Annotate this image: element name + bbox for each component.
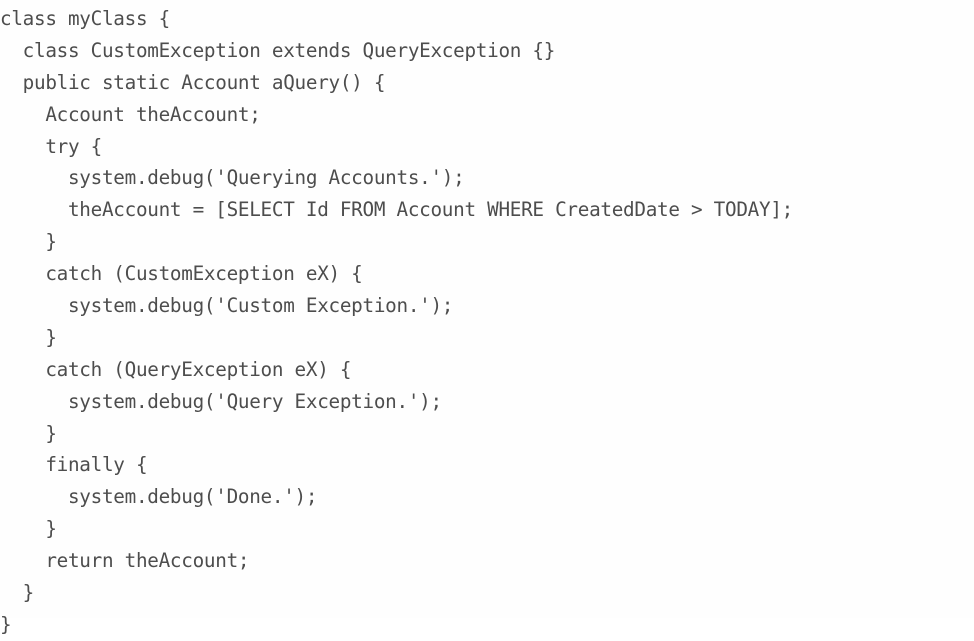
code-line: system.debug('Done.');: [0, 485, 318, 509]
code-line: }: [0, 230, 57, 254]
code-line: }: [0, 517, 57, 541]
code-line: catch (QueryException eX) {: [0, 357, 352, 381]
code-line: }: [0, 421, 57, 445]
code-line: system.debug('Query Exception.');: [0, 389, 442, 413]
code-line: class CustomException extends QueryExcep…: [0, 38, 556, 62]
code-content: class myClass { class CustomException ex…: [0, 3, 974, 641]
code-line: catch (CustomException eX) {: [0, 262, 363, 286]
code-line: finally {: [0, 453, 148, 477]
code-line: Account theAccount;: [0, 102, 261, 126]
code-line: }: [0, 325, 57, 349]
code-block: class myClass { class CustomException ex…: [0, 0, 974, 641]
code-line: system.debug('Custom Exception.');: [0, 294, 454, 318]
code-line: system.debug('Querying Accounts.');: [0, 166, 465, 190]
code-line: try {: [0, 134, 102, 158]
code-line: public static Account aQuery() {: [0, 70, 386, 94]
code-line: class myClass {: [0, 7, 170, 30]
code-listing-container: class myClass { class CustomException ex…: [0, 0, 974, 636]
code-line: }: [0, 612, 12, 636]
code-line: }: [0, 581, 35, 605]
code-line: theAccount = [SELECT Id FROM Account WHE…: [0, 198, 793, 222]
code-line: return theAccount;: [0, 549, 250, 573]
